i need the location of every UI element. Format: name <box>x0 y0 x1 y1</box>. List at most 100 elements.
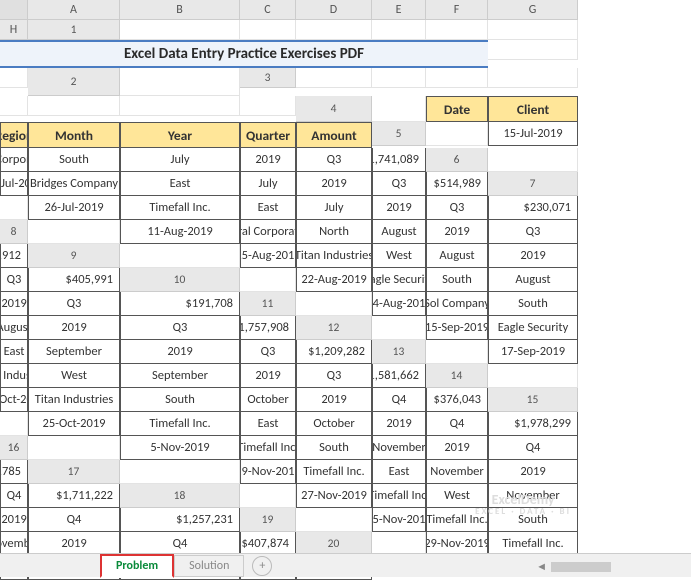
cell-region[interactable]: South <box>488 508 578 532</box>
cell-date[interactable]: 16-Oct-2019 <box>0 388 28 412</box>
cell-year[interactable]: 2019 <box>240 148 296 172</box>
cell-amount[interactable]: $1,741,089 <box>372 148 426 172</box>
cell-blank[interactable] <box>372 20 426 40</box>
cell-amount[interactable]: $405,991 <box>28 268 120 292</box>
table-header[interactable]: Amount <box>296 122 372 148</box>
cell-quarter[interactable]: Q3 <box>426 196 488 220</box>
cell-date[interactable]: 25-Nov-2019 <box>372 508 426 532</box>
cell-A6[interactable] <box>488 148 578 172</box>
cell-A2[interactable] <box>120 68 240 96</box>
cell-amount[interactable]: $1,711,222 <box>28 484 120 508</box>
cell-blank[interactable] <box>426 68 488 88</box>
cell-blank[interactable] <box>426 20 488 40</box>
cell-amount[interactable]: $1,757,908 <box>240 316 296 340</box>
cell-year[interactable]: 2019 <box>0 292 28 316</box>
cell-quarter[interactable]: Q3 <box>120 316 240 340</box>
cell-blank[interactable] <box>240 20 296 40</box>
cell-month[interactable]: August <box>488 268 578 292</box>
table-header[interactable]: Quarter <box>240 122 296 148</box>
cell-blank[interactable] <box>240 96 296 116</box>
cell-A4[interactable] <box>372 96 426 122</box>
cell-blank[interactable] <box>372 68 426 88</box>
cell-month[interactable]: November <box>372 436 426 460</box>
cell-month[interactable]: October <box>240 388 296 412</box>
cell-A14[interactable] <box>488 364 578 388</box>
col-header-D[interactable]: D <box>296 0 372 20</box>
cell-month[interactable]: July <box>296 196 372 220</box>
cell-blank[interactable] <box>0 96 28 116</box>
cell-date[interactable]: 19-Nov-2019 <box>240 460 296 484</box>
cell-quarter[interactable]: Q4 <box>372 388 426 412</box>
scroll-left-icon[interactable]: ◄ <box>536 560 547 573</box>
cell-date[interactable]: 19-Jul-2019 <box>0 172 28 196</box>
cell-date[interactable]: 15-Sep-2019 <box>426 316 488 340</box>
cell-client[interactable]: Bridges Company <box>28 172 120 196</box>
cell-region[interactable]: East <box>0 340 28 364</box>
cell-A17[interactable] <box>120 460 240 484</box>
cell-region[interactable]: South <box>28 148 120 172</box>
cell-quarter[interactable]: Q3 <box>240 340 296 364</box>
col-header-C[interactable]: C <box>240 0 296 20</box>
cell-region[interactable]: West <box>372 244 426 268</box>
row-header-7[interactable]: 7 <box>488 172 578 196</box>
cell-client[interactable]: Titan Industries <box>28 388 120 412</box>
cell-A5[interactable] <box>426 122 488 146</box>
cell-blank[interactable] <box>28 96 120 116</box>
row-header-13[interactable]: 13 <box>372 340 426 364</box>
cell-amount[interactable]: $376,043 <box>426 388 488 412</box>
cell-blank[interactable] <box>0 68 28 88</box>
row-header-17[interactable]: 17 <box>28 460 120 484</box>
row-header-16[interactable]: 16 <box>0 436 28 460</box>
row-header-10[interactable]: 10 <box>120 268 240 292</box>
row-header-12[interactable]: 12 <box>296 316 372 340</box>
cell-quarter[interactable]: Q3 <box>0 268 28 292</box>
cell-date[interactable]: 11-Aug-2019 <box>120 220 240 244</box>
cell-month[interactable]: September <box>120 364 240 388</box>
cell-year[interactable]: 2019 <box>372 196 426 220</box>
cell-blank[interactable] <box>120 20 240 40</box>
cell-month[interactable]: October <box>296 412 372 436</box>
row-header-3[interactable]: 3 <box>240 68 296 88</box>
cell-date[interactable]: 25-Oct-2019 <box>28 412 120 436</box>
cell-date[interactable]: 5-Nov-2019 <box>120 436 240 460</box>
cell-A8[interactable] <box>28 220 120 244</box>
cell-date[interactable]: 26-Jul-2019 <box>28 196 120 220</box>
cell-client[interactable]: Timefall Inc. <box>426 508 488 532</box>
cell-year[interactable]: 2019 <box>426 436 488 460</box>
col-header-H[interactable]: H <box>0 20 28 40</box>
cell-month[interactable]: July <box>240 172 296 196</box>
cell-blank[interactable] <box>296 68 372 88</box>
row-header-4[interactable]: 4 <box>296 96 372 122</box>
cell-date[interactable]: 27-Nov-2019 <box>296 484 372 508</box>
cell-amount[interactable]: $1,209,282 <box>296 340 372 364</box>
cell-region[interactable]: South <box>120 388 240 412</box>
cell-amount[interactable]: $191,708 <box>120 292 240 316</box>
cell-A12[interactable] <box>372 316 426 340</box>
cell-blank[interactable] <box>296 20 372 40</box>
row-header-6[interactable]: 6 <box>426 148 488 172</box>
cell-year[interactable]: 2019 <box>488 244 578 268</box>
cell-year[interactable]: 2019 <box>120 340 240 364</box>
cell-month[interactable]: July <box>120 148 240 172</box>
cell-A18[interactable] <box>240 484 296 508</box>
cell-amount[interactable]: $1,978,299 <box>488 412 578 436</box>
cell-amount[interactable]: $514,989 <box>426 172 488 196</box>
cell-region[interactable]: South <box>488 292 578 316</box>
cell-quarter[interactable]: Q3 <box>296 364 372 388</box>
cell-region[interactable]: East <box>240 196 296 220</box>
cell-client[interactable]: Chiral Corporation <box>240 220 296 244</box>
cell-quarter[interactable]: Q3 <box>488 220 578 244</box>
row-header-1[interactable]: 1 <box>28 20 120 40</box>
cell-date[interactable]: 24-Aug-2019 <box>372 292 426 316</box>
cell-region[interactable]: North <box>296 220 372 244</box>
cell-month[interactable]: August <box>426 244 488 268</box>
cell-client[interactable]: Titan Industries <box>296 244 372 268</box>
cell-date[interactable]: 15-Jul-2019 <box>488 122 578 146</box>
cell-quarter[interactable]: Q3 <box>296 148 372 172</box>
cell-A19[interactable] <box>296 508 372 532</box>
cell-client[interactable]: Eagle Security <box>488 316 578 340</box>
row-header-18[interactable]: 18 <box>120 484 240 508</box>
horizontal-scroll[interactable]: ◄ <box>536 560 611 573</box>
cell-A7[interactable] <box>0 196 28 220</box>
cell-amount[interactable]: $1,581,662 <box>372 364 426 388</box>
